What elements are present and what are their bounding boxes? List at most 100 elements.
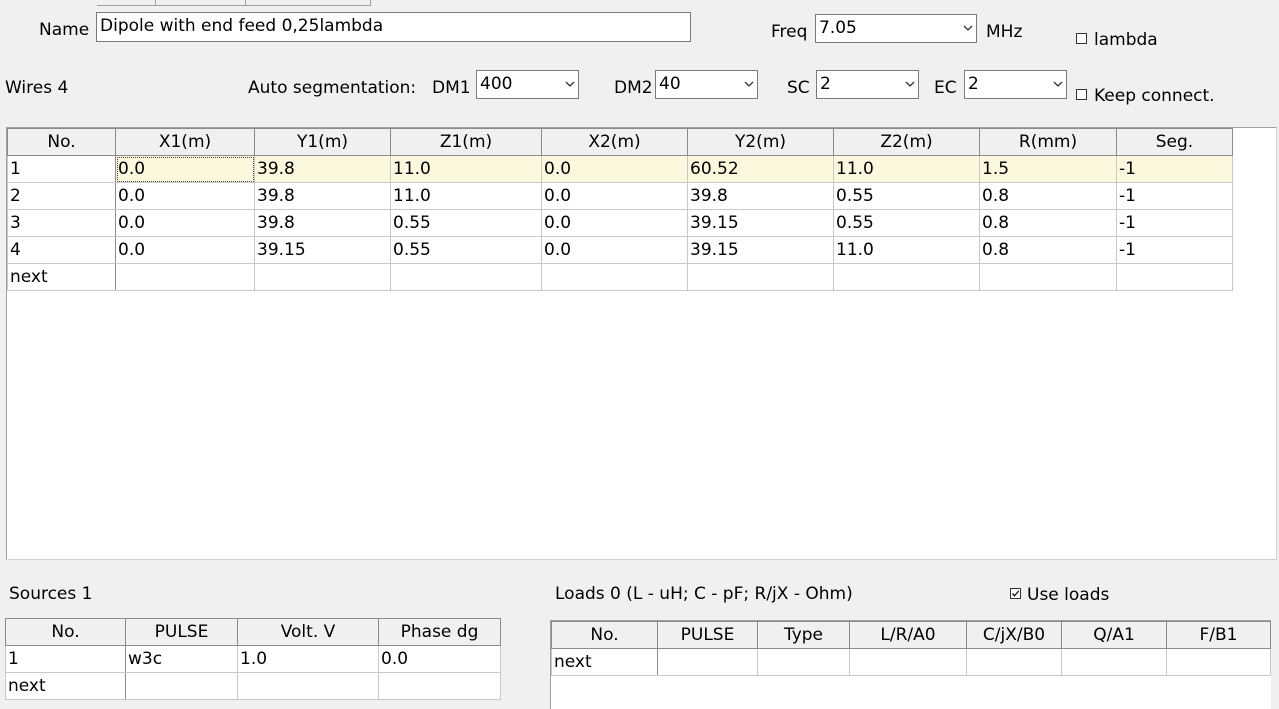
table-cell[interactable]: -1	[1116, 182, 1233, 210]
table-row-next[interactable]: next	[7, 263, 1233, 291]
row-number[interactable]: 4	[7, 236, 116, 264]
table-cell[interactable]: 0.0	[541, 209, 688, 237]
column-header[interactable]: Z1(m)	[390, 128, 542, 156]
use-loads-checkbox[interactable]	[1010, 588, 1021, 599]
column-header[interactable]: L/R/A0	[849, 621, 967, 649]
table-cell[interactable]: 39.15	[254, 236, 391, 264]
table-cell[interactable]: 0.55	[390, 209, 542, 237]
table-cell[interactable]	[1061, 648, 1167, 676]
row-next-label[interactable]: next	[7, 263, 116, 291]
column-header[interactable]: Phase dg	[378, 618, 501, 646]
table-cell[interactable]	[378, 672, 501, 700]
table-cell[interactable]: w3c	[125, 645, 238, 673]
table-cell[interactable]: 11.0	[390, 182, 542, 210]
row-number[interactable]: 3	[7, 209, 116, 237]
column-header[interactable]: No.	[5, 618, 126, 646]
table-cell[interactable]: 1.5	[979, 155, 1117, 183]
row-number[interactable]: 1	[7, 155, 116, 183]
table-cell[interactable]: 39.15	[687, 209, 834, 237]
table-cell[interactable]	[966, 648, 1062, 676]
table-cell[interactable]: 11.0	[833, 155, 980, 183]
table-cell[interactable]	[541, 263, 688, 291]
table-cell[interactable]	[833, 263, 980, 291]
table-cell[interactable]	[1166, 648, 1271, 676]
table-cell[interactable]	[757, 648, 850, 676]
column-header[interactable]: PULSE	[125, 618, 238, 646]
tab-2[interactable]	[155, 0, 246, 6]
column-header[interactable]: No.	[551, 621, 658, 649]
table-cell[interactable]: 11.0	[390, 155, 542, 183]
column-header[interactable]: X2(m)	[541, 128, 688, 156]
table-cell[interactable]: -1	[1116, 209, 1233, 237]
table-cell[interactable]	[657, 648, 758, 676]
table-cell[interactable]	[849, 648, 967, 676]
dm2-combo[interactable]: 40	[655, 70, 758, 99]
table-cell[interactable]: 39.8	[254, 182, 391, 210]
table-cell[interactable]: 0.55	[833, 182, 980, 210]
table-cell[interactable]	[125, 672, 238, 700]
table-row[interactable]: 1 0.0 39.8 11.0 0.0 60.52 11.0 1.5 -1	[7, 155, 1233, 183]
table-row[interactable]: 3 0.0 39.8 0.55 0.0 39.15 0.55 0.8 -1	[7, 209, 1233, 237]
table-cell[interactable]: 0.0	[115, 209, 255, 237]
table-cell[interactable]: 0.0	[541, 182, 688, 210]
table-cell[interactable]: 0.0	[115, 236, 255, 264]
column-header[interactable]: Seg.	[1116, 128, 1233, 156]
column-header[interactable]: Volt. V	[237, 618, 379, 646]
table-cell[interactable]	[115, 263, 255, 291]
table-cell[interactable]: 0.0	[541, 236, 688, 264]
keep-connect-checkbox[interactable]	[1076, 89, 1087, 100]
tab-1[interactable]	[97, 0, 156, 6]
table-row-next[interactable]: next	[551, 648, 1271, 676]
table-row-next[interactable]: next	[5, 672, 501, 700]
table-cell[interactable]	[390, 263, 542, 291]
table-cell[interactable]	[237, 672, 379, 700]
table-cell[interactable]: 39.8	[687, 182, 834, 210]
table-cell[interactable]: 39.15	[687, 236, 834, 264]
row-number[interactable]: 2	[7, 182, 116, 210]
row-next-label[interactable]: next	[5, 672, 126, 700]
column-header[interactable]: F/B1	[1166, 621, 1271, 649]
ec-combo[interactable]: 2	[964, 70, 1067, 99]
column-header[interactable]: Y2(m)	[687, 128, 834, 156]
table-cell[interactable]: 11.0	[833, 236, 980, 264]
table-cell[interactable]: -1	[1116, 155, 1233, 183]
table-row[interactable]: 1 w3c 1.0 0.0	[5, 645, 501, 673]
table-cell[interactable]: 0.55	[833, 209, 980, 237]
column-header[interactable]: Q/A1	[1061, 621, 1167, 649]
table-cell[interactable]: 0.0	[378, 645, 501, 673]
name-input[interactable]: Dipole with end feed 0,25lambda	[96, 12, 691, 42]
dm1-combo[interactable]: 400	[476, 70, 579, 99]
table-cell[interactable]	[254, 263, 391, 291]
row-number[interactable]: 1	[5, 645, 126, 673]
tab-3[interactable]	[245, 0, 371, 6]
table-cell[interactable]: -1	[1116, 236, 1233, 264]
table-cell[interactable]: 60.52	[687, 155, 834, 183]
column-header[interactable]: C/jX/B0	[966, 621, 1062, 649]
table-cell[interactable]: 0.8	[979, 236, 1117, 264]
sc-combo[interactable]: 2	[816, 70, 919, 99]
freq-combo[interactable]: 7.05	[815, 14, 977, 43]
table-row[interactable]: 4 0.0 39.15 0.55 0.0 39.15 11.0 0.8 -1	[7, 236, 1233, 264]
table-cell[interactable]: 39.8	[254, 209, 391, 237]
table-row[interactable]: 2 0.0 39.8 11.0 0.0 39.8 0.55 0.8 -1	[7, 182, 1233, 210]
table-cell[interactable]	[687, 263, 834, 291]
table-cell[interactable]: 0.0	[115, 155, 255, 183]
column-header[interactable]: Z2(m)	[833, 128, 980, 156]
table-cell[interactable]: 0.8	[979, 182, 1117, 210]
table-cell[interactable]	[1116, 263, 1233, 291]
column-header[interactable]: R(mm)	[979, 128, 1117, 156]
column-header[interactable]: PULSE	[657, 621, 758, 649]
table-cell[interactable]: 0.0	[115, 182, 255, 210]
column-header[interactable]: Y1(m)	[254, 128, 391, 156]
row-next-label[interactable]: next	[551, 648, 658, 676]
table-cell[interactable]: 39.8	[254, 155, 391, 183]
table-cell[interactable]: 0.0	[541, 155, 688, 183]
column-header[interactable]: X1(m)	[115, 128, 255, 156]
table-cell[interactable]	[979, 263, 1117, 291]
table-cell[interactable]: 0.55	[390, 236, 542, 264]
table-cell[interactable]: 0.8	[979, 209, 1117, 237]
lambda-checkbox[interactable]	[1076, 33, 1087, 44]
column-header[interactable]: No.	[7, 128, 116, 156]
table-cell[interactable]: 1.0	[237, 645, 379, 673]
column-header[interactable]: Type	[757, 621, 850, 649]
